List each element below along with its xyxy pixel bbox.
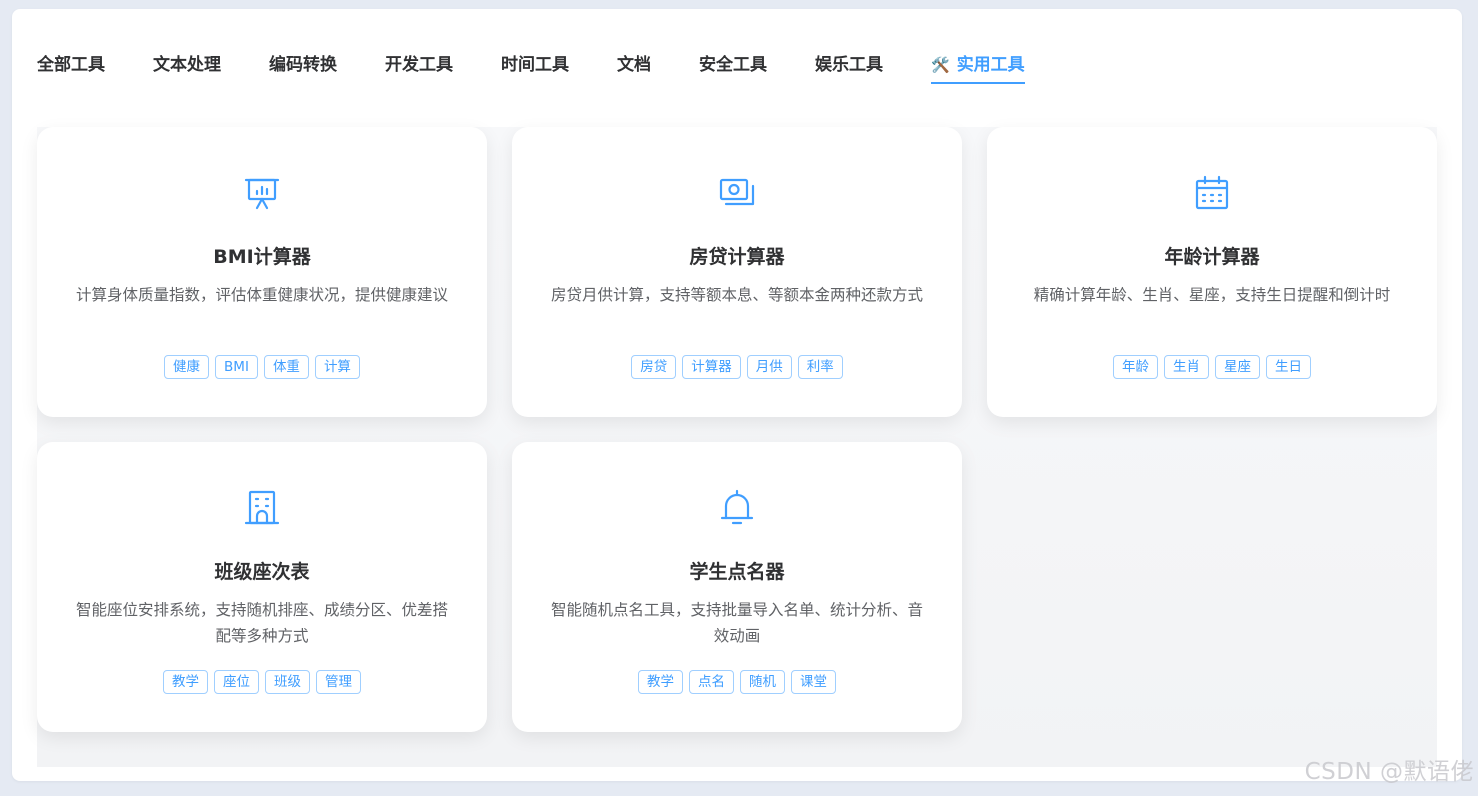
tab-label: 娱乐工具 xyxy=(815,55,883,75)
tag[interactable]: 班级 xyxy=(265,670,310,694)
tab-all-tools[interactable]: 全部工具 xyxy=(37,47,105,83)
tag[interactable]: 计算 xyxy=(314,355,360,379)
category-tabs: 全部工具 文本处理 编码转换 开发工具 时间工具 文档 安全工具 娱乐工具 🛠️… xyxy=(37,47,1073,95)
tag[interactable]: 教学 xyxy=(638,670,683,694)
tab-label: 开发工具 xyxy=(385,55,453,75)
tag[interactable]: 体重 xyxy=(263,355,309,379)
tool-card-grid: BMI计算器 计算身体质量指数，评估体重健康状况，提供健康建议 健康 BMI 体… xyxy=(37,127,1437,767)
card-description: 智能随机点名工具，支持批量导入名单、统计分析、音效动画 xyxy=(550,601,923,645)
tag[interactable]: 课堂 xyxy=(791,670,836,694)
tab-documents[interactable]: 文档 xyxy=(617,47,651,83)
main-panel: 全部工具 文本处理 编码转换 开发工具 时间工具 文档 安全工具 娱乐工具 🛠️… xyxy=(12,9,1462,781)
presentation-chart-icon xyxy=(242,173,282,213)
card-title: 班级座次表 xyxy=(214,561,310,583)
tag[interactable]: 生日 xyxy=(1266,355,1311,379)
tag[interactable]: 房贷 xyxy=(631,355,677,379)
tag[interactable]: 随机 xyxy=(740,670,785,694)
tab-utility-tools[interactable]: 🛠️ 实用工具 xyxy=(931,47,1025,84)
calendar-icon xyxy=(1192,173,1232,213)
card-tags: 年龄 生肖 星座 生日 xyxy=(987,355,1437,379)
tool-card-bmi-calculator[interactable]: BMI计算器 计算身体质量指数，评估体重健康状况，提供健康建议 健康 BMI 体… xyxy=(37,127,487,417)
card-description: 智能座位安排系统，支持随机排座、成绩分区、优差搭配等多种方式 xyxy=(75,601,448,645)
tag[interactable]: 管理 xyxy=(316,670,361,694)
tag[interactable]: 星座 xyxy=(1215,355,1260,379)
tab-label: 实用工具 xyxy=(956,54,1025,75)
tab-entertainment[interactable]: 娱乐工具 xyxy=(815,47,883,83)
card-title: 年龄计算器 xyxy=(1164,246,1260,268)
tool-card-age-calculator[interactable]: 年龄计算器 精确计算年龄、生肖、星座，支持生日提醒和倒计时 年龄 生肖 星座 生… xyxy=(987,127,1437,417)
tag[interactable]: 点名 xyxy=(689,670,734,694)
tab-label: 文本处理 xyxy=(153,55,221,75)
building-icon xyxy=(242,488,282,528)
tab-security-tools[interactable]: 安全工具 xyxy=(699,47,767,83)
tab-dev-tools[interactable]: 开发工具 xyxy=(385,47,453,83)
tab-time-tools[interactable]: 时间工具 xyxy=(501,47,569,83)
tab-label: 文档 xyxy=(617,55,651,75)
card-title: 房贷计算器 xyxy=(689,246,785,268)
card-title: BMI计算器 xyxy=(213,246,311,268)
tool-card-student-roll-call[interactable]: 学生点名器 智能随机点名工具，支持批量导入名单、统计分析、音效动画 教学 点名 … xyxy=(512,442,962,732)
tools-icon: 🛠️ xyxy=(931,55,950,74)
card-description: 精确计算年龄、生肖、星座，支持生日提醒和倒计时 xyxy=(1033,286,1391,304)
tab-text-processing[interactable]: 文本处理 xyxy=(153,47,221,83)
card-tags: 教学 座位 班级 管理 xyxy=(37,670,487,694)
tag[interactable]: BMI xyxy=(215,355,258,379)
tab-label: 安全工具 xyxy=(699,55,767,75)
csdn-watermark: CSDN @默语佬 xyxy=(1304,759,1474,785)
bell-icon xyxy=(717,488,757,528)
tag[interactable]: 利率 xyxy=(797,355,843,379)
tag[interactable]: 月供 xyxy=(746,355,792,379)
card-title: 学生点名器 xyxy=(689,561,785,583)
tab-label: 编码转换 xyxy=(269,55,337,75)
tag[interactable]: 年龄 xyxy=(1113,355,1158,379)
card-description: 计算身体质量指数，评估体重健康状况，提供健康建议 xyxy=(75,286,448,304)
tool-card-mortgage-calculator[interactable]: 房贷计算器 房贷月供计算，支持等额本息、等额本金两种还款方式 房贷 计算器 月供… xyxy=(512,127,962,417)
card-tags: 房贷 计算器 月供 利率 xyxy=(512,355,962,379)
tag[interactable]: 计算器 xyxy=(682,355,741,379)
tab-label: 时间工具 xyxy=(501,55,569,75)
tab-encoding[interactable]: 编码转换 xyxy=(269,47,337,83)
money-bill-icon xyxy=(717,173,757,213)
tag[interactable]: 教学 xyxy=(163,670,208,694)
card-tags: 教学 点名 随机 课堂 xyxy=(512,670,962,694)
tag[interactable]: 生肖 xyxy=(1164,355,1209,379)
card-tags: 健康 BMI 体重 计算 xyxy=(37,355,487,379)
tool-card-class-seating[interactable]: 班级座次表 智能座位安排系统，支持随机排座、成绩分区、优差搭配等多种方式 教学 … xyxy=(37,442,487,732)
tag[interactable]: 座位 xyxy=(214,670,259,694)
card-description: 房贷月供计算，支持等额本息、等额本金两种还款方式 xyxy=(550,286,923,304)
tab-label: 全部工具 xyxy=(37,55,105,75)
tag[interactable]: 健康 xyxy=(164,355,210,379)
